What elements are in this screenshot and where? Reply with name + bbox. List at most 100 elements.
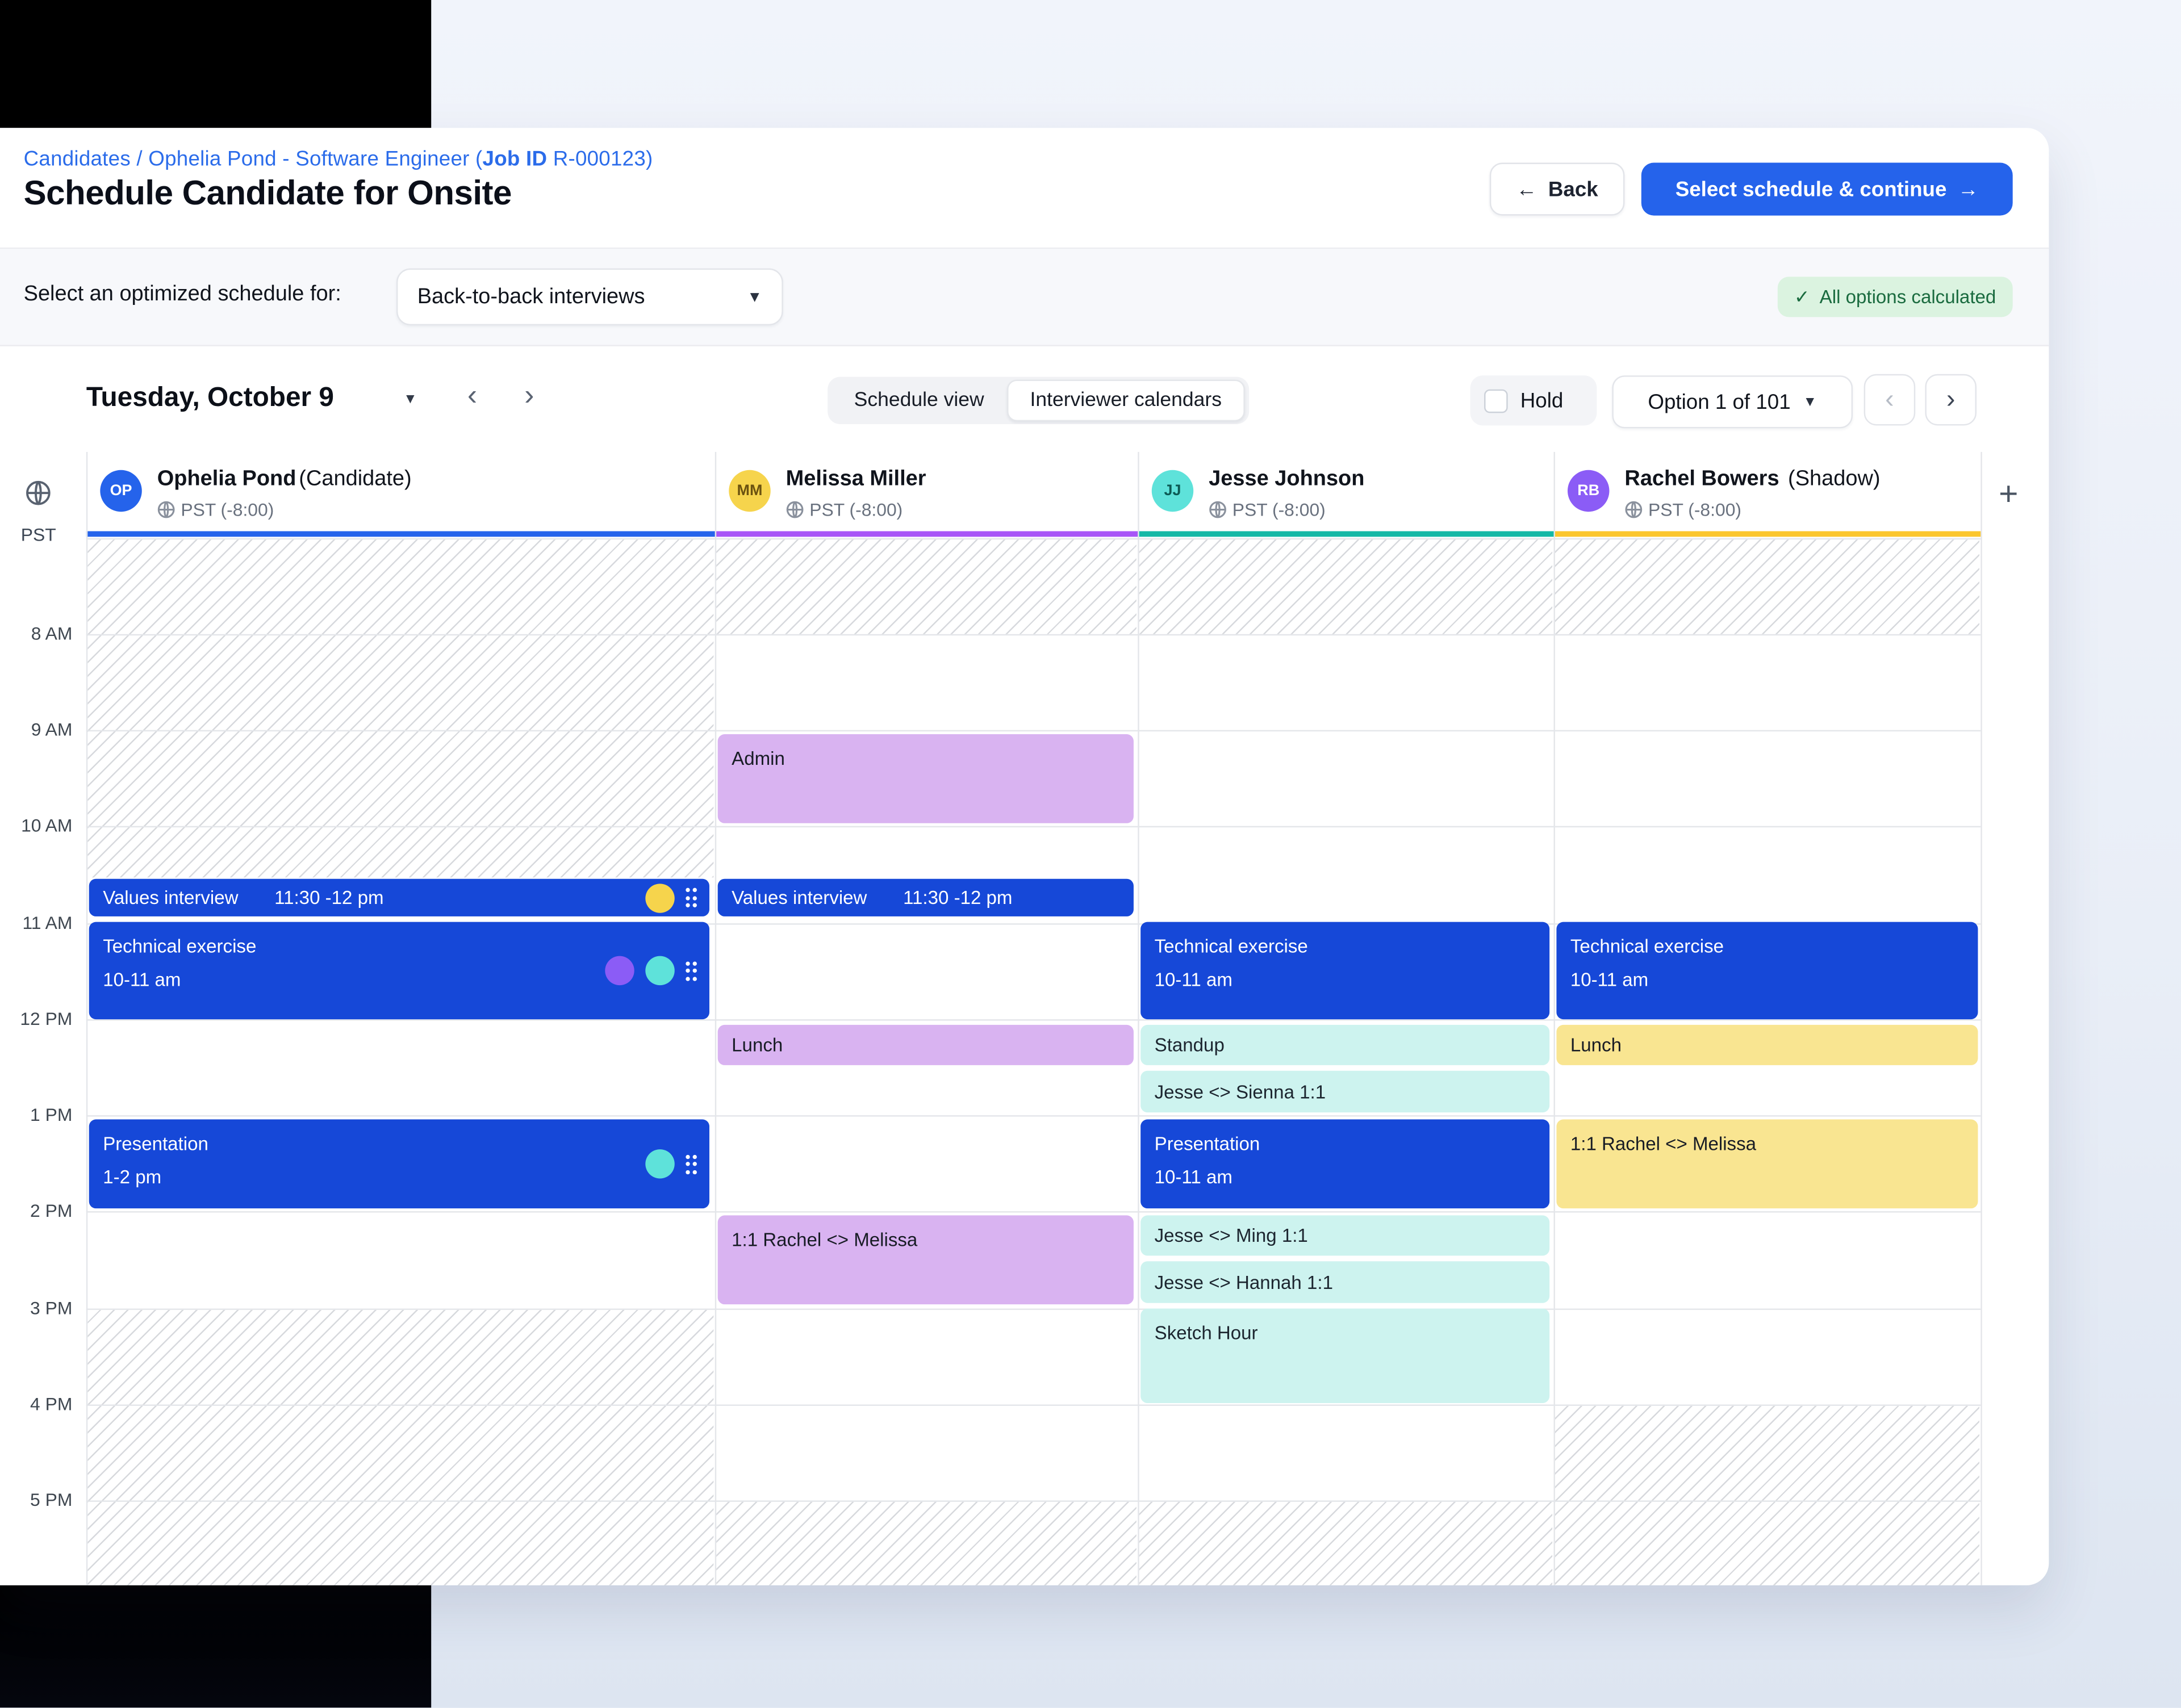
event-lunch[interactable]: Lunch: [718, 1025, 1134, 1065]
globe-icon: [1624, 501, 1643, 519]
gridline: [86, 538, 1981, 539]
event-jesse-hannah[interactable]: Jesse <> Hannah 1:1: [1140, 1261, 1549, 1303]
unavailable-region: [1555, 1406, 1979, 1585]
column-name: Jesse Johnson: [1209, 467, 1364, 491]
avatar: JJ: [1152, 470, 1193, 512]
back-button-label: Back: [1548, 177, 1598, 201]
column-underline: [1138, 531, 1553, 537]
drag-handle-icon[interactable]: [685, 888, 697, 907]
select-schedule-continue-button[interactable]: Select schedule & continue →: [1641, 163, 2013, 216]
drag-handle-icon[interactable]: [685, 961, 697, 980]
date-label[interactable]: Tuesday, October 9: [86, 382, 334, 414]
event-technical-exercise[interactable]: Technical exercise 10-11 am: [1140, 922, 1549, 1019]
event-admin[interactable]: Admin: [718, 734, 1134, 823]
column-suffix: (Shadow): [1788, 467, 1880, 491]
next-option-button[interactable]: ›: [1925, 374, 1977, 426]
breadcrumb-text[interactable]: Candidates / Ophelia Pond - Software Eng…: [24, 148, 483, 171]
event-title: Lunch: [1570, 1035, 1622, 1056]
timezone-text: PST (-8:00): [1232, 499, 1326, 520]
breadcrumb[interactable]: Candidates / Ophelia Pond - Software Eng…: [24, 148, 653, 171]
time-label: 2 PM: [0, 1200, 72, 1221]
column-suffix: (Candidate): [299, 467, 411, 491]
event-time: 11:30 -12 pm: [274, 887, 383, 908]
hold-toggle[interactable]: Hold: [1470, 375, 1597, 425]
column-header-jesse: Jesse Johnson: [1209, 467, 1364, 492]
status-badge: ✓ All options calculated: [1777, 277, 2012, 317]
globe-icon: [786, 501, 804, 519]
back-button[interactable]: ← Back: [1490, 163, 1625, 216]
gutter-timezone-label: PST: [21, 524, 56, 545]
gridline: [86, 1404, 1981, 1405]
option-selector-dropdown[interactable]: Option 1 of 101 ▼: [1612, 375, 1853, 428]
forward-arrow-icon: →: [1958, 177, 1979, 201]
status-badge-label: All options calculated: [1820, 286, 1996, 307]
prev-day-button[interactable]: ‹: [467, 380, 477, 413]
event-jesse-sienna[interactable]: Jesse <> Sienna 1:1: [1140, 1071, 1549, 1112]
avatar: OP: [100, 470, 141, 512]
event-title: Values interview: [103, 887, 238, 908]
option-selector-value: Option 1 of 101: [1648, 390, 1790, 414]
timezone-text: PST (-8:00): [809, 499, 903, 520]
event-standup[interactable]: Standup: [1140, 1025, 1549, 1065]
unavailable-region: [716, 1502, 1137, 1585]
column-name: Melissa Miller: [786, 467, 926, 491]
bottom-left-black-panel: [0, 1585, 431, 1708]
event-title: Standup: [1155, 1035, 1225, 1056]
event-title: Lunch: [732, 1035, 783, 1056]
column-header-candidate: Ophelia Pond(Candidate): [157, 467, 412, 492]
event-time: 1-2 pm: [103, 1167, 695, 1188]
scheduler-window: Candidates / Ophelia Pond - Software Eng…: [0, 128, 2049, 1585]
event-sketch-hour[interactable]: Sketch Hour: [1140, 1308, 1549, 1403]
event-presentation[interactable]: Presentation 10-11 am: [1140, 1119, 1549, 1208]
optimizer-bar: Select an optimized schedule for: Back-t…: [0, 249, 2049, 346]
calendar-toolbar: Tuesday, October 9 ▼ ‹ › Schedule view I…: [0, 346, 2049, 455]
hold-checkbox[interactable]: [1484, 388, 1508, 412]
prev-option-button[interactable]: ‹: [1864, 374, 1916, 426]
globe-icon: [157, 501, 176, 519]
gridline: [86, 1115, 1981, 1116]
gridline: [86, 826, 1981, 827]
unavailable-region: [1139, 1502, 1552, 1585]
check-icon: ✓: [1794, 286, 1810, 308]
event-title: Admin: [732, 748, 1119, 769]
event-title: Technical exercise: [1155, 936, 1536, 957]
event-technical-exercise[interactable]: Technical exercise 10-11 am: [89, 922, 709, 1019]
time-label: 9 AM: [0, 719, 72, 740]
column-name: Rachel Bowers: [1624, 467, 1779, 491]
drag-handle-icon[interactable]: [685, 1154, 697, 1174]
continue-button-label: Select schedule & continue: [1676, 177, 1947, 201]
event-values-interview[interactable]: Values interview 11:30 -12 pm: [718, 879, 1134, 916]
time-label: 4 PM: [0, 1393, 72, 1414]
gridline: [86, 634, 1981, 635]
event-title: Technical exercise: [103, 936, 695, 957]
event-technical-exercise[interactable]: Technical exercise 10-11 am: [1556, 922, 1978, 1019]
event-values-interview[interactable]: Values interview 11:30 -12 pm: [89, 879, 709, 916]
event-time: 10-11 am: [1155, 969, 1536, 990]
unavailable-region: [1139, 539, 1552, 634]
schedule-type-dropdown[interactable]: Back-to-back interviews ▼: [396, 269, 783, 325]
gridline: [86, 1308, 1981, 1309]
event-title: Presentation: [103, 1133, 695, 1154]
unavailable-region: [716, 539, 1137, 634]
page: Candidates / Ophelia Pond - Software Eng…: [0, 0, 2181, 1707]
event-one-on-one-rachel-melissa[interactable]: 1:1 Rachel <> Melissa: [718, 1215, 1134, 1304]
schedule-type-value: Back-to-back interviews: [417, 284, 645, 309]
event-lunch[interactable]: Lunch: [1556, 1025, 1978, 1065]
top-left-black-panel: [0, 0, 431, 128]
event-time: 10-11 am: [1570, 969, 1964, 990]
event-one-on-one-rachel-melissa[interactable]: 1:1 Rachel <> Melissa: [1556, 1119, 1978, 1208]
attendee-avatar-jesse: [645, 956, 674, 985]
column-underline: [86, 531, 715, 537]
add-column-button[interactable]: +: [1999, 476, 2018, 515]
next-day-button[interactable]: ›: [524, 380, 534, 413]
time-label: 10 AM: [0, 815, 72, 836]
tab-interviewer-calendars[interactable]: Interviewer calendars: [1006, 380, 1246, 421]
optimizer-label: Select an optimized schedule for:: [24, 282, 341, 307]
date-caret-icon[interactable]: ▼: [403, 392, 417, 408]
page-header: Candidates / Ophelia Pond - Software Eng…: [0, 128, 2049, 249]
time-label: 12 PM: [0, 1008, 72, 1029]
event-presentation[interactable]: Presentation 1-2 pm: [89, 1119, 709, 1208]
event-jesse-ming[interactable]: Jesse <> Ming 1:1: [1140, 1215, 1549, 1255]
tab-schedule-view[interactable]: Schedule view: [832, 381, 1006, 420]
chevron-down-icon: ▼: [1803, 394, 1817, 409]
